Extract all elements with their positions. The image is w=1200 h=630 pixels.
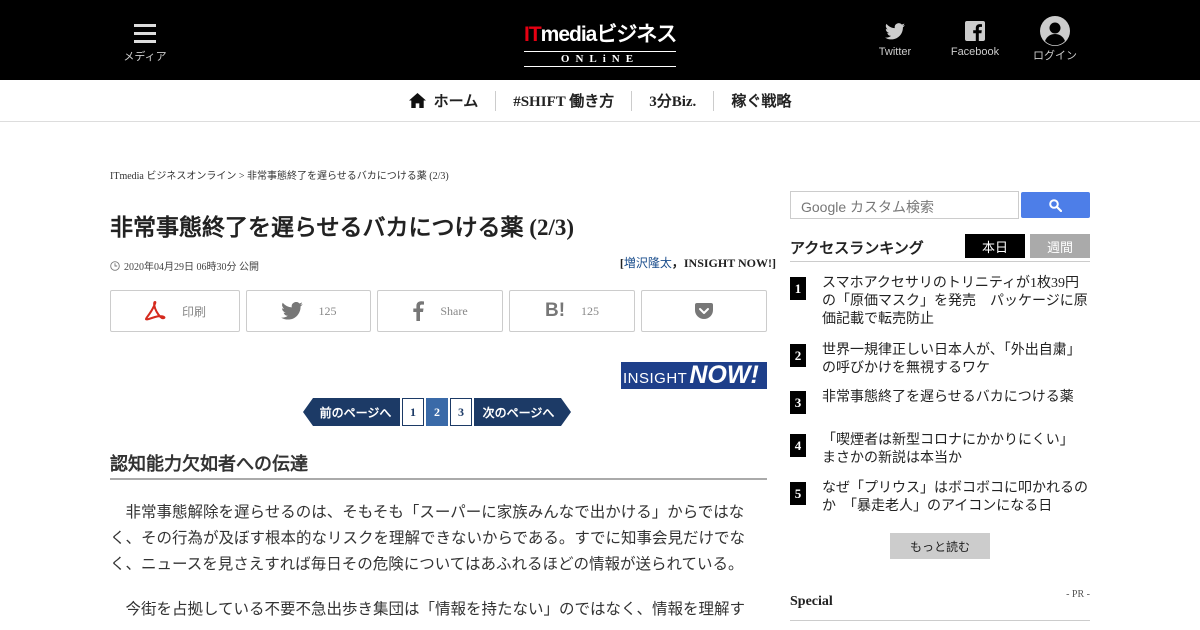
facebook-f-icon [413,301,425,321]
logo-media-text: mediaビジネス [540,23,678,46]
nav-item-3minbiz[interactable]: 3分Biz. [631,90,713,111]
print-button[interactable]: 印刷 [110,290,240,332]
special-heading: Special [790,594,833,609]
twitter-share-button[interactable]: 125 [246,290,371,332]
ranking-item[interactable]: 2 世界一規律正しい日本人が、「外出自粛」の呼びかけを無視するワケ [790,342,1090,378]
rank-number: 1 [790,277,806,300]
twitter-icon [870,20,920,42]
facebook-link[interactable]: Facebook [945,20,1005,58]
hatena-bookmark-button[interactable]: B! 125 [509,290,635,332]
rank-number: 5 [790,482,806,505]
twitter-icon [280,302,303,320]
ranking-item[interactable]: 3 非常事態終了を遅らせるバカにつける薬 [790,389,1090,414]
page-title: 非常事態終了を遅らせるバカにつける薬 (2/3) [110,215,574,240]
article-paragraph: 今街を占拠している不要不急出歩き集団は「情報を持たない」のではなく、情報を理解す [125,601,746,618]
breadcrumb[interactable]: ITmedia ビジネスオンライン > 非常事態終了を遅らせるバカにつける薬 (… [110,167,449,182]
ranking-item[interactable]: 5 なぜ「プリウス」はボコボコに叩かれるのか 「暴走老人」のアイコンになる日 [790,480,1090,516]
publish-date: 2020年04月29日 06時30分 公開 [110,258,259,273]
insight-now-logo[interactable]: INSIGHT NOW! [621,362,767,389]
read-more-button[interactable]: もっと読む [890,533,990,559]
ranking-item-title: 非常事態終了を遅らせるバカにつける薬 [822,390,1074,405]
search-icon [1049,198,1062,212]
nav-item-home[interactable]: ホーム [392,91,496,111]
author-byline: [増沢隆太，INSIGHT NOW!] [619,256,776,270]
rank-number: 3 [790,391,806,414]
hamburger-icon [134,24,156,43]
pdf-icon [144,301,166,321]
page-3-link[interactable]: 3 [450,398,472,426]
article-paragraph: 非常事態解除を遅らせるのは、そもそも「スーパーに家族みんなで出かける」からではな… [110,504,746,573]
facebook-share-button[interactable]: Share [377,290,503,332]
hatena-b-icon: B! [544,300,566,321]
pocket-icon [695,303,713,319]
facebook-label: Facebook [950,46,1000,58]
site-header: メディア ITmediaビジネス ONLiNE Twitter Facebook… [0,0,1200,80]
page-1-link[interactable]: 1 [402,398,424,426]
ranking-item-title: なぜ「プリウス」はボコボコに叩かれるのか 「暴走老人」のアイコンになる日 [822,481,1088,514]
twitter-link[interactable]: Twitter [870,20,920,58]
facebook-icon [945,20,1005,42]
logo-online-text: ONLiNE [524,51,676,67]
pr-label: - PR - [1066,589,1090,600]
user-icon [1030,16,1080,46]
rank-number: 4 [790,434,806,457]
divider [790,261,1090,262]
nav-item-shift[interactable]: #SHIFT 働き方 [495,90,631,111]
divider [790,620,1090,621]
ranking-heading: アクセスランキング [790,241,924,257]
pocket-button[interactable] [641,290,767,332]
author-link[interactable]: 増沢隆太 [624,256,672,270]
page-2-current[interactable]: 2 [426,398,448,426]
next-page-button[interactable]: 次のページへ [474,398,571,426]
ranking-item-title: 「喫煙者は新型コロナにかかりにくい」 まさかの新説は本当か [822,433,1081,466]
ranking-item[interactable]: 1 スマホアクセサリのトリニティが1枚39円の「原価マスク」を発売 パッケージに… [790,275,1090,329]
ranking-item-title: スマホアクセサリのトリニティが1枚39円の「原価マスク」を発売 パッケージに原価… [822,276,1088,327]
pagination: 前のページへ 1 2 3 次のページへ [303,398,571,426]
main-nav: ホーム #SHIFT 働き方 3分Biz. 稼ぐ戦略 [0,80,1200,122]
rank-number: 2 [790,344,806,367]
section-heading: 認知能力欠如者への伝達 [110,450,767,480]
ranking-item[interactable]: 4 「喫煙者は新型コロナにかかりにくい」 まさかの新説は本当か [790,432,1090,468]
site-logo[interactable]: ITmediaビジネス ONLiNE [524,18,678,67]
login-link[interactable]: ログイン [1030,16,1080,63]
media-menu-button[interactable]: メディア [120,20,170,64]
ranking-item-title: 世界一規律正しい日本人が、「外出自粛」の呼びかけを無視するワケ [822,343,1081,376]
site-search-input[interactable]: Google カスタム検索 [790,191,1019,219]
search-button[interactable] [1021,192,1090,218]
twitter-label: Twitter [878,46,912,58]
clock-icon [110,260,120,271]
logo-it-text: IT [524,23,542,46]
media-menu-label: メディア [123,51,167,63]
home-icon [408,93,426,108]
login-label: ログイン [1033,50,1077,62]
prev-page-button[interactable]: 前のページへ [303,398,400,426]
share-bar: 印刷 125 Share B! 125 [110,290,773,332]
tab-today[interactable]: 本日 [965,234,1025,258]
tab-weekly[interactable]: 週間 [1030,234,1090,258]
nav-item-strategy[interactable]: 稼ぐ戦略 [713,90,808,111]
